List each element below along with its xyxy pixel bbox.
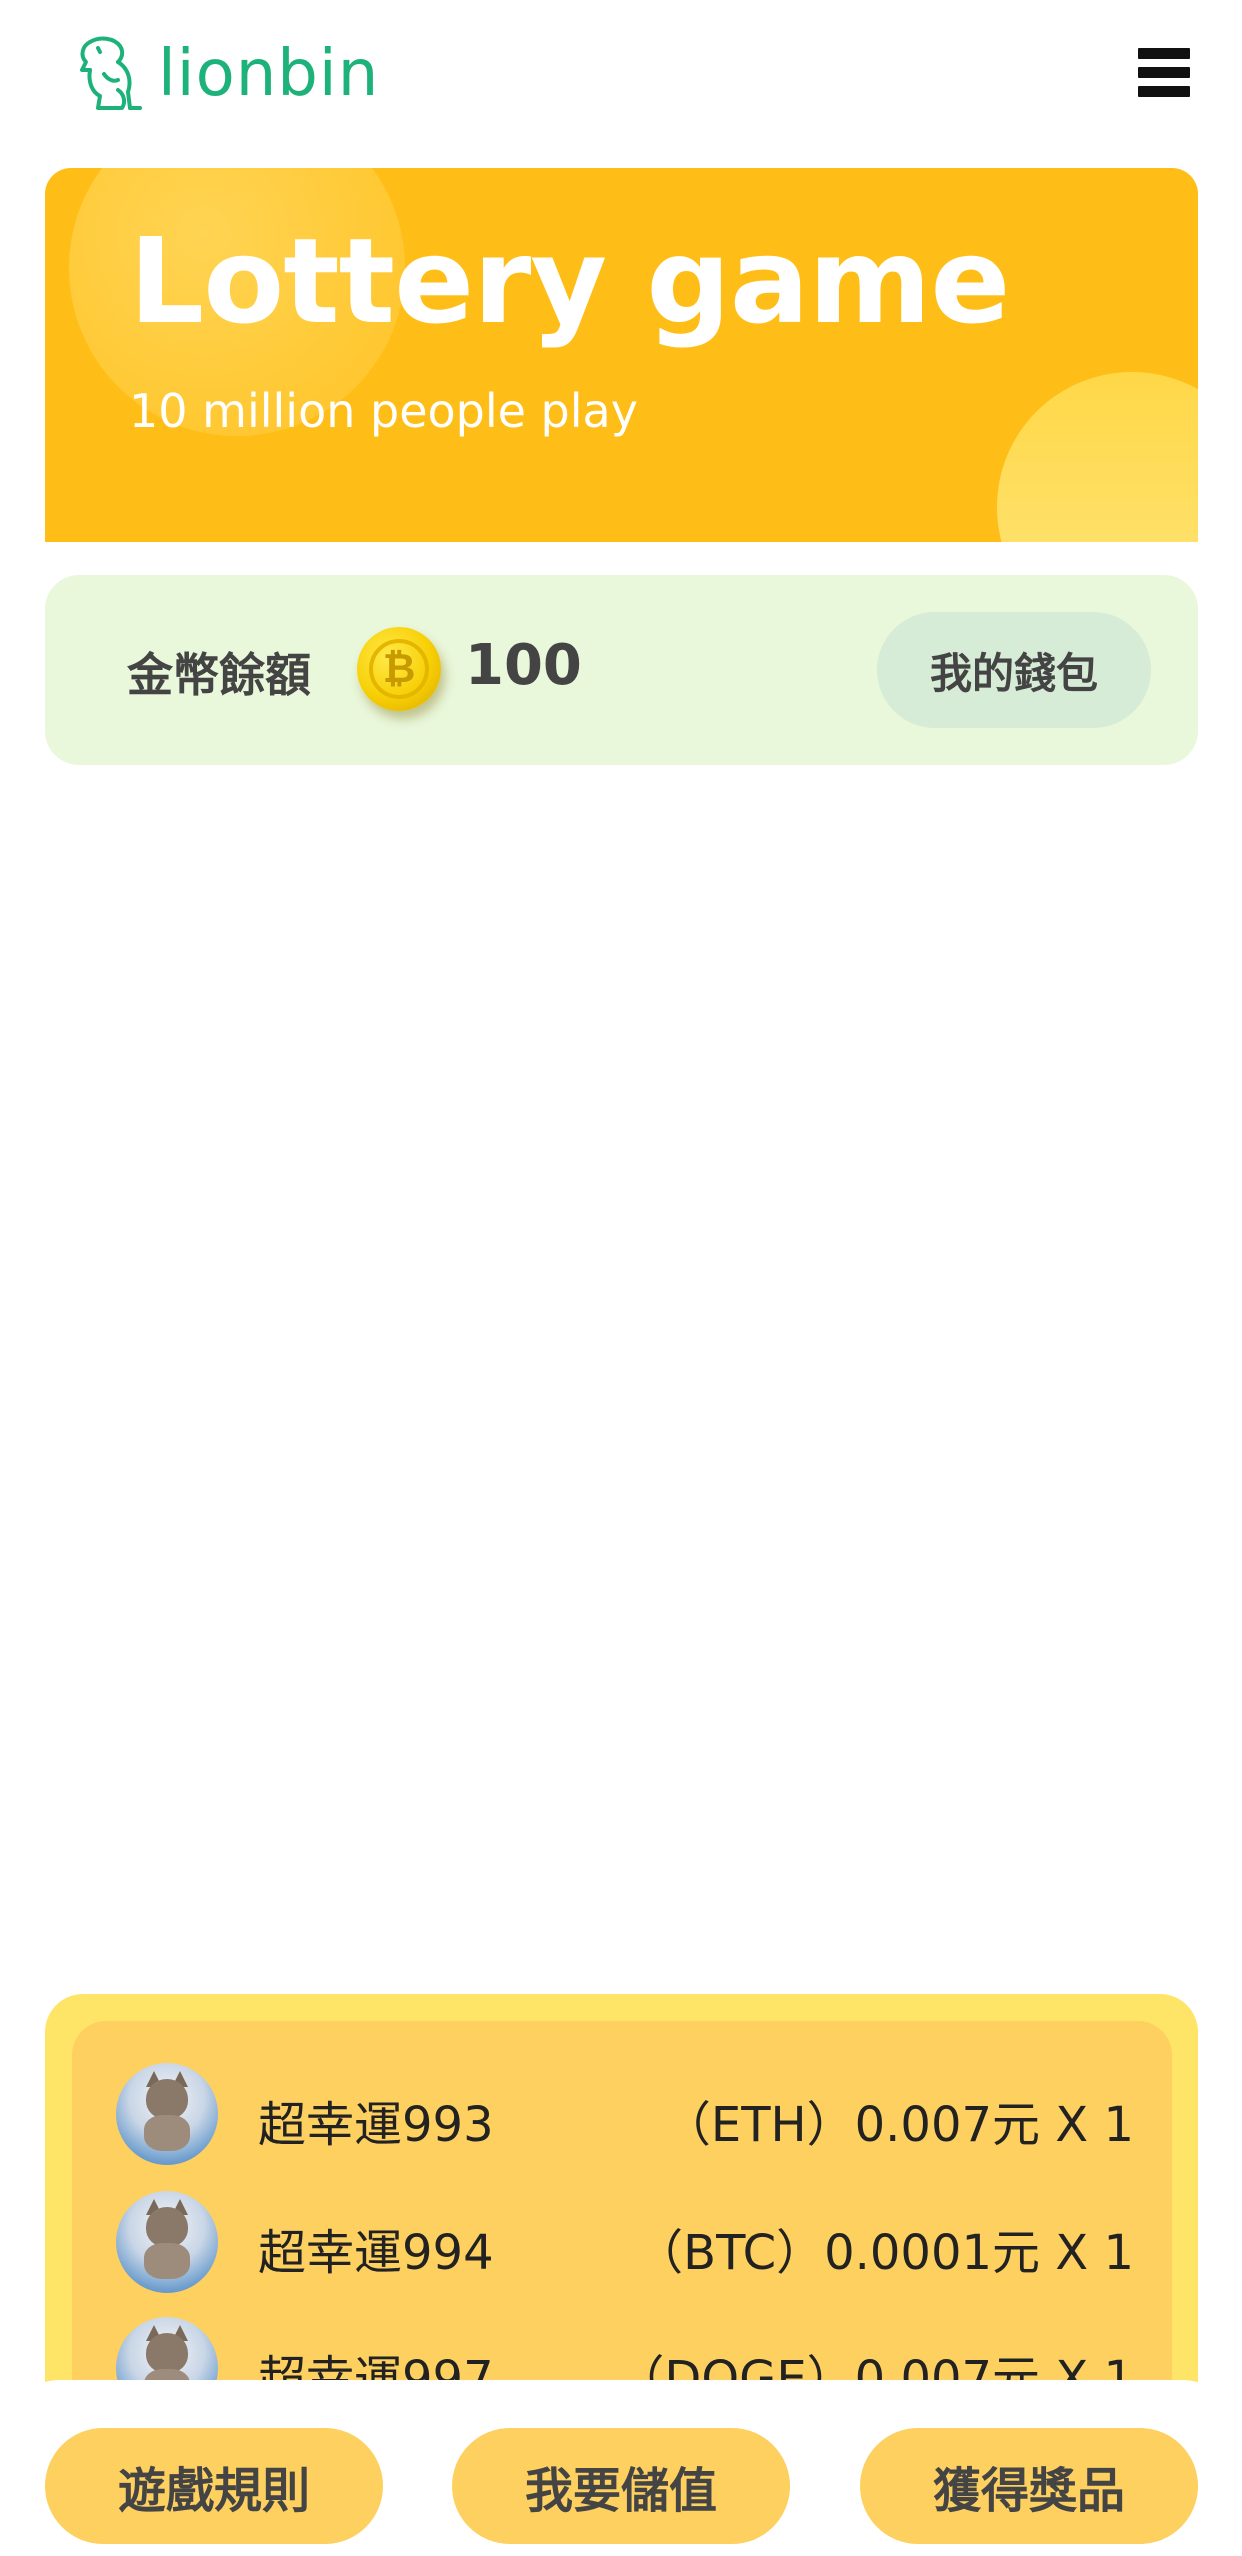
winner-row: 超幸運993 （ETH）0.007元 X 1: [72, 2063, 1172, 2173]
coin-balance-card: 金幣餘額 ₿ 100 我的錢包: [45, 575, 1198, 765]
lion-logo-icon: [80, 36, 142, 110]
app-header: lionbin: [0, 0, 1242, 150]
deposit-button[interactable]: 我要儲值: [452, 2428, 790, 2544]
game-rules-button[interactable]: 遊戲規則: [45, 2428, 383, 2544]
balance-value: 100: [465, 633, 582, 698]
logo[interactable]: lionbin: [70, 34, 379, 114]
winner-prize: （ETH）0.007元 X 1: [662, 2097, 1134, 2153]
lottery-banner: Lottery game 10 million people play: [45, 168, 1198, 542]
cat-avatar: [116, 2191, 218, 2293]
get-prize-button[interactable]: 獲得獎品: [860, 2428, 1198, 2544]
winner-name: 超幸運993: [258, 2097, 494, 2153]
hamburger-menu-icon[interactable]: [1138, 48, 1190, 98]
banner-title: Lottery game: [129, 212, 1010, 350]
decorative-circle: [997, 372, 1198, 542]
banner-subtitle: 10 million people play: [129, 384, 638, 438]
my-wallet-button[interactable]: 我的錢包: [877, 612, 1151, 728]
bitcoin-coin-icon: ₿: [357, 627, 441, 711]
winner-row: 超幸運994 （BTC）0.0001元 X 1: [72, 2191, 1172, 2301]
balance-label: 金幣餘額: [127, 648, 311, 702]
winner-prize: （BTC）0.0001元 X 1: [635, 2225, 1134, 2281]
logo-text: lionbin: [158, 37, 380, 111]
cat-avatar: [116, 2063, 218, 2165]
winner-name: 超幸運994: [258, 2225, 494, 2281]
